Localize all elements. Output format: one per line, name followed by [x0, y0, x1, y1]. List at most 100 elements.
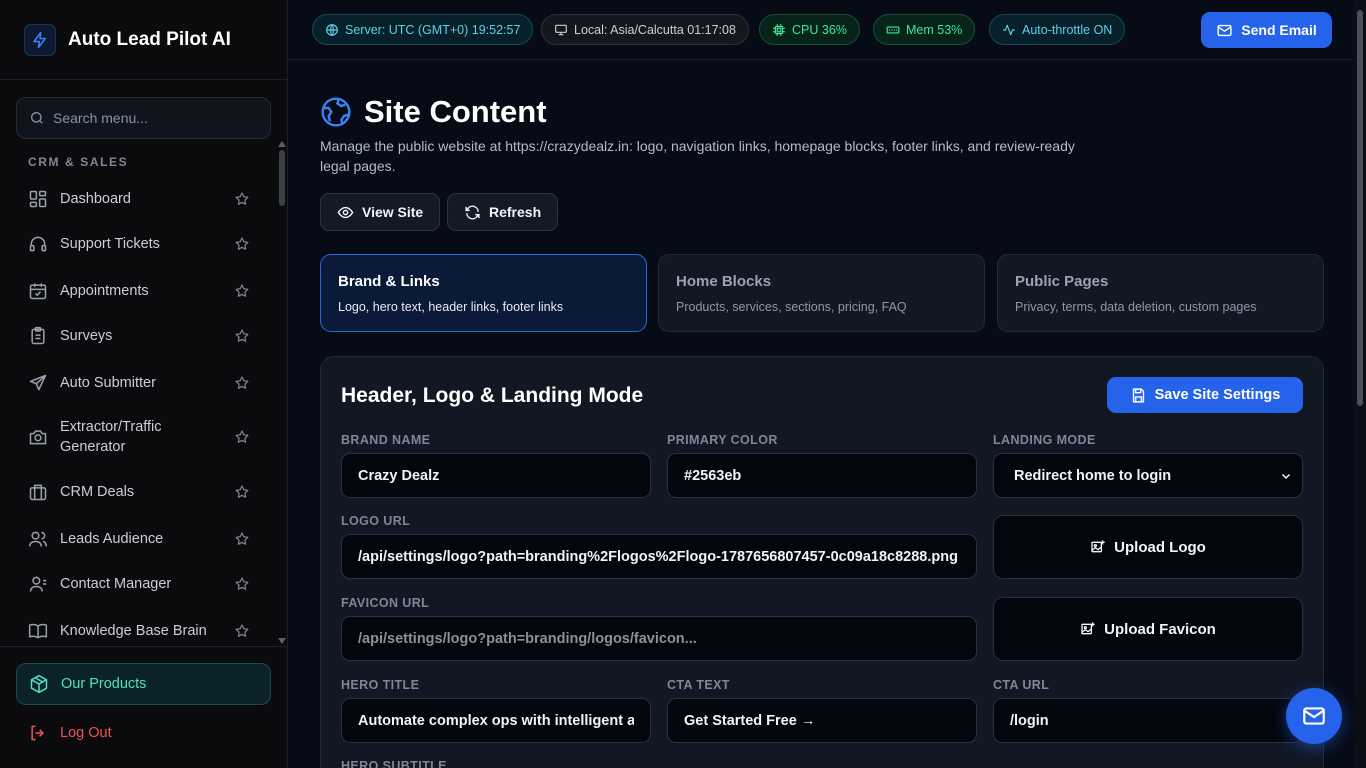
settings-panel: Header, Logo & Landing Mode Save Site Se…: [320, 356, 1324, 768]
upload-logo-button[interactable]: Upload Logo: [993, 515, 1303, 579]
image-upload-icon: [1081, 622, 1095, 635]
page-subtitle: Manage the public website at https://cra…: [320, 138, 1075, 174]
cpu-icon: [773, 23, 785, 36]
refresh-button[interactable]: Refresh: [447, 193, 559, 231]
log-out-button[interactable]: Log Out: [28, 723, 112, 743]
brand-name-field[interactable]: [341, 453, 651, 498]
tab-brand-links[interactable]: Brand & Links Logo, hero text, header li…: [320, 254, 647, 332]
star-icon[interactable]: [234, 576, 250, 592]
sidebar-item-appointments[interactable]: Appointments: [16, 281, 256, 301]
scroll-up-arrow-icon[interactable]: [278, 141, 286, 147]
sidebar-item-knowledge-base-brain[interactable]: Knowledge Base Brain: [16, 621, 256, 641]
dashboard-icon: [29, 190, 47, 208]
favicon-url-field[interactable]: [341, 616, 977, 661]
scroll-down-arrow-icon[interactable]: [278, 638, 286, 644]
logo-url-field[interactable]: [341, 534, 977, 579]
tab-description: Products, services, sections, pricing, F…: [676, 300, 907, 314]
primary-color-field[interactable]: [667, 453, 977, 498]
send-email-label: Send Email: [1241, 22, 1317, 38]
local-time-text: Local: Asia/Calcutta 01:17:08: [574, 22, 736, 37]
star-icon[interactable]: [234, 484, 250, 500]
cpu-badge: CPU 36%: [759, 14, 860, 45]
logo-url-input[interactable]: [358, 548, 960, 565]
box-icon: [30, 674, 48, 694]
primary-color-label: PRIMARY COLOR: [667, 433, 778, 447]
tab-public-pages[interactable]: Public Pages Privacy, terms, data deleti…: [997, 254, 1324, 332]
upload-favicon-button[interactable]: Upload Favicon: [993, 597, 1303, 661]
sidebar-item-label: Knowledge Base Brain: [60, 623, 207, 639]
favicon-url-input[interactable]: [358, 630, 960, 647]
star-icon[interactable]: [234, 531, 250, 547]
mail-icon: [1303, 707, 1325, 725]
mem-text: Mem 53%: [906, 22, 963, 37]
floating-mail-button[interactable]: [1286, 688, 1342, 744]
auto-throttle-text: Auto-throttle ON: [1022, 22, 1113, 37]
sidebar-item-surveys[interactable]: Surveys: [16, 326, 256, 346]
favicon-url-label: FAVICON URL: [341, 596, 430, 610]
cta-url-input[interactable]: [1010, 712, 1286, 729]
camera-icon: [29, 430, 47, 445]
sidebar-item-auto-submitter[interactable]: Auto Submitter: [16, 373, 256, 393]
star-icon[interactable]: [234, 623, 250, 639]
sidebar-item-label: Support Tickets: [60, 236, 160, 252]
page-scrollbar[interactable]: [1354, 0, 1366, 768]
send-email-button[interactable]: Send Email: [1201, 12, 1332, 48]
mem-badge: Mem 53%: [873, 14, 976, 45]
cta-text-field[interactable]: [667, 698, 977, 743]
logo-url-label: LOGO URL: [341, 514, 411, 528]
chevron-down-icon: [1281, 473, 1291, 479]
search-input[interactable]: [53, 110, 253, 126]
brand-name-input[interactable]: [358, 467, 634, 484]
hero-title-input[interactable]: [358, 712, 634, 729]
save-icon: [1132, 387, 1144, 403]
landing-mode-select[interactable]: Redirect home to login: [993, 453, 1303, 498]
sidebar-item-support-tickets[interactable]: Support Tickets: [16, 234, 256, 254]
page-scrollbar-thumb[interactable]: [1357, 10, 1363, 406]
cta-text-label: CTA TEXT: [667, 678, 730, 692]
lightning-icon: [24, 23, 56, 56]
sidebar-item-label: Dashboard: [60, 191, 131, 207]
star-icon[interactable]: [234, 429, 250, 445]
globe-icon: [321, 97, 351, 127]
our-products-label: Our Products: [61, 676, 147, 692]
sidebar-item-extractor-traffic-generator[interactable]: Extractor/Traffic Generator: [16, 417, 256, 457]
sidebar-scrollbar[interactable]: [279, 150, 285, 206]
auto-throttle-badge: Auto-throttle ON: [989, 14, 1126, 45]
cpu-text: CPU 36%: [792, 22, 847, 37]
landing-mode-label: LANDING MODE: [993, 433, 1096, 447]
tab-title: Home Blocks: [676, 273, 772, 290]
contacts-icon: [29, 576, 47, 592]
view-site-button[interactable]: View Site: [320, 193, 441, 231]
hero-title-field[interactable]: [341, 698, 651, 743]
star-icon[interactable]: [234, 328, 250, 344]
section-label-crm-sales: CRM & SALES: [28, 155, 129, 169]
star-icon[interactable]: [234, 236, 250, 252]
sidebar-item-dashboard[interactable]: Dashboard: [16, 189, 256, 209]
sidebar-item-leads-audience[interactable]: Leads Audience: [16, 529, 256, 549]
sidebar-item-label: Appointments: [60, 283, 149, 299]
save-site-settings-button[interactable]: Save Site Settings: [1107, 377, 1303, 413]
sidebar-nav: Dashboard Support Tickets Appointments S…: [0, 175, 276, 645]
star-icon[interactable]: [234, 375, 250, 391]
tab-title: Brand & Links: [338, 273, 440, 290]
sidebar-search[interactable]: [16, 97, 271, 139]
star-icon[interactable]: [234, 283, 250, 299]
star-icon[interactable]: [234, 191, 250, 207]
sidebar-item-contact-manager[interactable]: Contact Manager: [16, 574, 256, 594]
memory-icon: [886, 26, 900, 33]
sidebar-item-crm-deals[interactable]: CRM Deals: [16, 482, 256, 502]
cta-text-input[interactable]: [684, 712, 960, 729]
sidebar-item-label: Contact Manager: [60, 576, 172, 592]
cta-url-field[interactable]: [993, 698, 1303, 743]
landing-mode-value: Redirect home to login: [1014, 467, 1172, 484]
sidebar-item-label: Surveys: [60, 328, 113, 344]
sidebar-item-label: CRM Deals: [60, 484, 135, 500]
briefcase-icon: [29, 484, 47, 501]
sidebar-item-label: Extractor/Traffic Generator: [60, 419, 162, 455]
cta-url-label: CTA URL: [993, 678, 1050, 692]
primary-color-input[interactable]: [684, 467, 960, 484]
save-site-settings-label: Save Site Settings: [1154, 387, 1281, 403]
tab-home-blocks[interactable]: Home Blocks Products, services, sections…: [658, 254, 985, 332]
headset-icon: [29, 236, 47, 252]
our-products-button[interactable]: Our Products: [16, 663, 271, 705]
